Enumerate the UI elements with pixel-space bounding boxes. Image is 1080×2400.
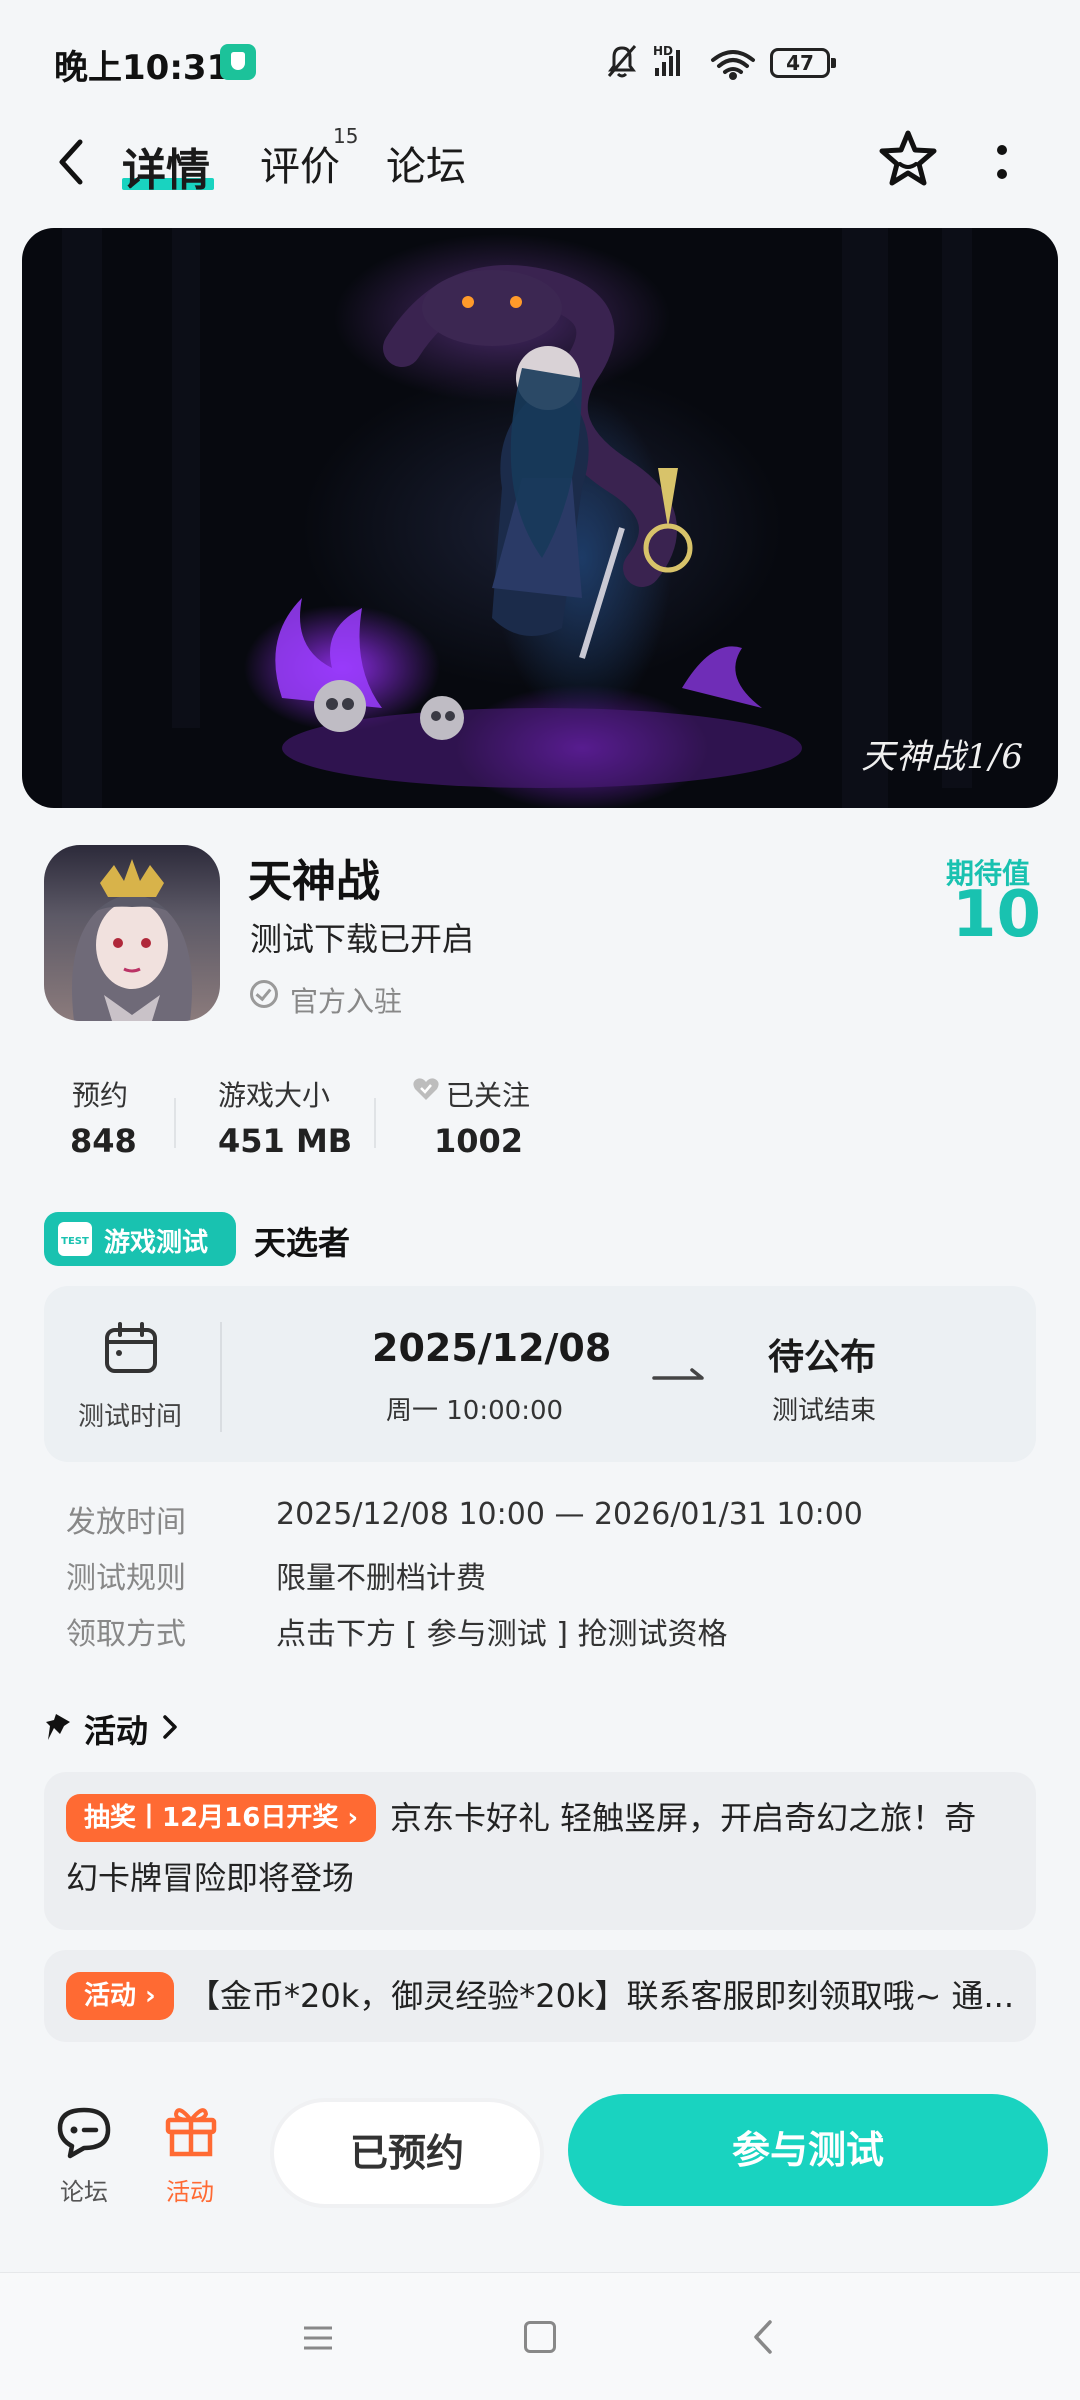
- more-icon[interactable]: [996, 144, 1008, 180]
- test-start-date: 2025/12/08: [372, 1326, 612, 1370]
- tab-forum[interactable]: 论坛: [386, 134, 466, 192]
- activity-text-line1: 京东卡好礼 轻触竖屏，开启奇幻之旅！奇: [390, 1799, 977, 1837]
- stat-value-size: 451 MB: [218, 1122, 353, 1160]
- status-time: 晚上10:31: [54, 48, 231, 88]
- join-test-button[interactable]: 参与测试: [568, 2094, 1048, 2206]
- tab-details[interactable]: 详情: [122, 134, 210, 198]
- official-badge: 官方入驻: [290, 985, 403, 1018]
- lottery-badge[interactable]: 抽奖丨12月16日开奖 ›: [66, 1794, 377, 1842]
- recent-apps-icon[interactable]: [302, 2325, 334, 2351]
- activity-card-reward[interactable]: 活动 › 【金币*20k，御灵经验*20k】联系客服即刻领取哦~ 通...: [44, 1950, 1036, 2042]
- test-time-card: 测试时间 2025/12/08 周一 10:00:00 待公布 测试结束: [44, 1286, 1036, 1462]
- activity-text-line2: 幻卡牌冒险即将登场: [66, 1859, 355, 1897]
- review-count: 15: [333, 124, 359, 148]
- bottom-action-bar: 论坛 活动 已预约 参与测试: [0, 2070, 1080, 2270]
- star-icon[interactable]: [876, 128, 940, 192]
- stat-label-followed[interactable]: 已关注: [446, 1074, 530, 1114]
- verified-check-icon: [250, 980, 278, 1008]
- battery-icon: 47: [770, 48, 836, 78]
- expectation-value: 10: [952, 878, 1042, 952]
- back-icon[interactable]: [52, 136, 92, 188]
- game-title: 天神战: [248, 856, 380, 907]
- stat-value-reservations: 848: [70, 1122, 137, 1160]
- heart-icon: [413, 1078, 439, 1100]
- arrow-right-icon: [652, 1368, 704, 1380]
- pin-icon: [46, 1714, 70, 1740]
- reserved-button[interactable]: 已预约: [270, 2098, 544, 2208]
- home-icon[interactable]: [524, 2321, 556, 2353]
- game-test-tag: TEST 游戏测试: [44, 1212, 236, 1266]
- stat-label-size: 游戏大小: [218, 1079, 331, 1112]
- activity-card-lottery[interactable]: 抽奖丨12月16日开奖 › 京东卡好礼 轻触竖屏，开启奇幻之旅！奇 幻卡牌冒险即…: [44, 1772, 1036, 1930]
- detail-label-test-rules: 测试规则: [66, 1561, 186, 1596]
- banner-artwork: [62, 228, 972, 808]
- divider: [220, 1322, 222, 1432]
- forum-icon[interactable]: [56, 2106, 116, 2160]
- detail-value-release-time: 2025/12/08 10:00 — 2026/01/31 10:00: [276, 1497, 863, 1532]
- chevron-right-icon[interactable]: [162, 1714, 178, 1740]
- app-icon: [44, 845, 220, 1021]
- wifi-icon: [711, 50, 755, 80]
- shield-icon: [220, 44, 256, 80]
- test-icon: TEST: [58, 1222, 92, 1256]
- activity-section-title[interactable]: 活动: [84, 1706, 148, 1752]
- calendar-icon: [105, 1322, 157, 1373]
- test-end-status: 待公布: [768, 1337, 877, 1378]
- activity-text: 【金币*20k，御灵经验*20k】联系客服即刻领取哦~ 通...: [188, 1977, 1015, 2015]
- detail-label-claim-method: 领取方式: [66, 1617, 186, 1652]
- gift-icon[interactable]: [164, 2102, 218, 2158]
- system-back-icon[interactable]: [752, 2319, 774, 2355]
- nav-forum-label[interactable]: 论坛: [60, 2172, 108, 2207]
- system-navigation-bar: [0, 2272, 1080, 2400]
- game-banner[interactable]: 天神战1/6: [22, 228, 1058, 808]
- detail-label-release-time: 发放时间: [66, 1505, 186, 1540]
- stat-divider: [374, 1098, 376, 1148]
- test-tag-label: 游戏测试: [104, 1228, 209, 1258]
- stat-divider: [174, 1098, 176, 1148]
- svg-text:HD: HD: [653, 44, 673, 58]
- test-start-time: 周一 10:00:00: [386, 1396, 564, 1426]
- test-end-label: 测试结束: [772, 1396, 877, 1426]
- mute-icon: [607, 45, 637, 78]
- stat-label-reservations: 预约: [72, 1079, 129, 1112]
- test-name: 天选者: [254, 1224, 351, 1262]
- hd-signal-icon: HD: [653, 44, 680, 76]
- banner-logo: 天神战1/6: [861, 737, 1024, 777]
- stat-value-followers: 1002: [434, 1122, 524, 1160]
- tab-reviews[interactable]: 评价: [260, 134, 340, 192]
- detail-value-claim-method: 点击下方 [ 参与测试 ] 抢测试资格: [276, 1617, 728, 1652]
- status-bar: 晚上10:31 HD 47: [0, 0, 1080, 120]
- detail-value-test-rules: 限量不删档计费: [276, 1561, 486, 1596]
- game-subtitle: 测试下载已开启: [250, 920, 475, 958]
- test-time-label: 测试时间: [78, 1402, 183, 1432]
- nav-activity-label[interactable]: 活动: [166, 2172, 214, 2207]
- activity-badge[interactable]: 活动 ›: [66, 1972, 174, 2020]
